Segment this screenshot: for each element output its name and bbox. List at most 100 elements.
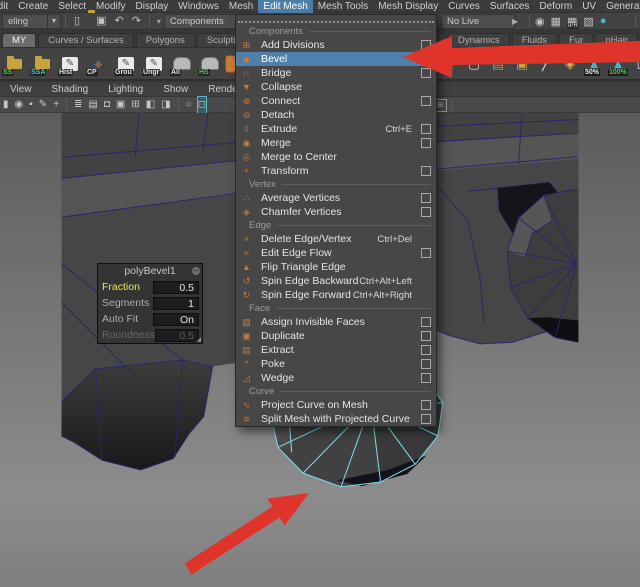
menubar-item-mesh-tools[interactable]: Mesh Tools: [313, 0, 373, 13]
menu-item-project-curve-on-mesh[interactable]: ∿ Project Curve on Mesh: [236, 398, 436, 412]
menu-item-spin-edge-forward[interactable]: ↻ Spin Edge Forward Ctrl+Alt+Right: [236, 288, 436, 302]
safe-title-icon[interactable]: ◨: [161, 97, 170, 113]
option-box-icon[interactable]: [421, 68, 431, 78]
menu-item-chamfer-vertices[interactable]: ◈ Chamfer Vertices: [236, 205, 436, 219]
option-box-icon[interactable]: [421, 96, 431, 106]
option-box-icon[interactable]: [421, 331, 431, 341]
camera-select-icon[interactable]: ◉: [15, 97, 24, 113]
option-box-icon[interactable]: [421, 193, 431, 203]
shelf-item-diamond[interactable]: ◈: [559, 52, 581, 76]
shelf-item-orange-piece[interactable]: ▮: [439, 52, 461, 76]
shelf-tab-polygons[interactable]: Polygons: [135, 33, 195, 47]
shelf-item-ss[interactable]: SS: [2, 52, 26, 76]
safe-action-icon[interactable]: ◧: [146, 97, 155, 113]
option-box-icon[interactable]: [421, 400, 431, 410]
shelf-item-marquee[interactable]: ▢: [463, 52, 485, 76]
menu-item-collapse[interactable]: ▼ Collapse: [236, 80, 436, 94]
option-box-icon[interactable]: [421, 54, 431, 64]
render-settings-icon[interactable]: ▧: [583, 15, 593, 28]
menu-item-transform[interactable]: + Transform: [236, 164, 436, 178]
render-frame-icon[interactable]: ▦: [551, 15, 561, 28]
shelf-tab-nhair[interactable]: nHair: [595, 33, 638, 47]
menubar-item-modify[interactable]: Modify: [91, 0, 130, 13]
menu-item-average-vertices[interactable]: ∴ Average Vertices: [236, 191, 436, 205]
menu-item-bevel[interactable]: ◆ Bevel: [236, 52, 436, 66]
menu-item-duplicate[interactable]: ▣ Duplicate: [236, 329, 436, 343]
live-surface-field[interactable]: No Live Surface: [441, 13, 515, 40]
option-box-icon[interactable]: [421, 345, 431, 355]
option-box-icon[interactable]: [421, 248, 431, 258]
shelf-item-smooth-100[interactable]: ▲ 100%: [607, 52, 629, 76]
shelf-tab-my[interactable]: MY: [2, 33, 37, 47]
menu-item-poke[interactable]: * Poke: [236, 357, 436, 371]
menu-tearoff-handle[interactable]: [238, 16, 434, 23]
shelf-item-cp[interactable]: + CP: [86, 52, 110, 76]
menubar-item-curves[interactable]: Curves: [443, 0, 485, 13]
undo-icon[interactable]: ↶: [114, 13, 123, 30]
option-box-icon[interactable]: [421, 207, 431, 217]
menu-item-flip-triangle-edge[interactable]: ▲ Flip Triangle Edge: [236, 260, 436, 274]
option-box-icon[interactable]: [421, 124, 431, 134]
shelf-item-hs[interactable]: HS: [198, 52, 222, 76]
menu-item-delete-edge-vertex[interactable]: × Delete Edge/Vertex Ctrl+Del: [236, 232, 436, 246]
menu-item-assign-invisible-faces[interactable]: ▨ Assign Invisible Faces: [236, 315, 436, 329]
hypershade-sphere-icon[interactable]: ●: [600, 15, 607, 28]
menubar-item-mesh-display[interactable]: Mesh Display: [373, 0, 443, 13]
menu-item-detach[interactable]: ⊖ Detach: [236, 108, 436, 122]
option-box-icon[interactable]: [421, 317, 431, 327]
two-d-pan-icon[interactable]: +: [53, 97, 59, 113]
panel-menu-shading[interactable]: Shading: [42, 83, 99, 97]
selection-mask-caret-icon[interactable]: ▾: [157, 17, 161, 26]
shelf-item-grou[interactable]: ✎ Grou: [114, 52, 138, 76]
panel-menu-lighting[interactable]: Lighting: [98, 83, 153, 97]
resolution-gate-icon[interactable]: ◘: [104, 97, 110, 113]
bookmark-icon[interactable]: ▪: [29, 97, 33, 113]
option-box-icon[interactable]: [421, 359, 431, 369]
shaded-cube-icon[interactable]: ◻: [196, 95, 208, 114]
option-box-icon[interactable]: [421, 373, 431, 383]
wireframe-sphere-icon[interactable]: ○: [186, 97, 192, 113]
menubar-item-select[interactable]: Select: [53, 0, 91, 13]
menubar-item-edit[interactable]: Edit: [0, 0, 13, 13]
shelf-item-texture-stack[interactable]: ▤: [487, 52, 509, 76]
shelf-item-layers-add[interactable]: ▣: [511, 52, 533, 76]
gate-mask-icon[interactable]: ▣: [116, 97, 125, 113]
shelf-item-all[interactable]: All: [170, 52, 194, 76]
shelf-item-knife[interactable]: ╱: [535, 52, 557, 76]
save-scene-icon[interactable]: ▣: [96, 13, 106, 30]
menu-item-merge-to-center[interactable]: ◎ Merge to Center: [236, 150, 436, 164]
menubar-item-edit-mesh[interactable]: Edit Mesh: [258, 0, 313, 13]
menu-item-connect[interactable]: ⊕ Connect: [236, 94, 436, 108]
menubar-item-surfaces[interactable]: Surfaces: [485, 0, 534, 13]
menu-item-add-divisions[interactable]: ⊞ Add Divisions: [236, 38, 436, 52]
hud-value-field[interactable]: 1: [153, 296, 199, 310]
resize-grip-icon[interactable]: ◢: [196, 337, 201, 343]
menu-item-spin-edge-backward[interactable]: ↺ Spin Edge Backward Ctrl+Alt+Left: [236, 274, 436, 288]
new-scene-icon[interactable]: ▯: [74, 13, 80, 30]
menu-item-merge[interactable]: ◉ Merge: [236, 136, 436, 150]
ipr-render-icon[interactable]: ▦ IPR: [567, 15, 580, 29]
shelf-item-cube[interactable]: ◻: [631, 52, 640, 76]
shelf-tab-curves-surfaces[interactable]: Curves / Surfaces: [38, 33, 134, 47]
film-gate-icon[interactable]: ▤: [88, 97, 97, 113]
shelf-item-smooth-50[interactable]: ▲ 50%: [583, 52, 605, 76]
menubar-item-create[interactable]: Create: [13, 0, 53, 13]
redo-icon[interactable]: ↷: [132, 13, 141, 30]
shelf-tab-fur[interactable]: Fur: [559, 33, 594, 47]
hud-value-field[interactable]: 0.5: [153, 280, 199, 294]
menubar-item-uv[interactable]: UV: [577, 0, 601, 13]
menu-item-edit-edge-flow[interactable]: ≈ Edit Edge Flow: [236, 246, 436, 260]
hud-value-field[interactable]: On: [153, 312, 199, 326]
shelf-item-ungr[interactable]: ✎ Ungr: [142, 52, 166, 76]
shelf-item-ssa[interactable]: SSA: [30, 52, 54, 76]
menubar-item-display[interactable]: Display: [131, 0, 174, 13]
polybevel-in-view-editor[interactable]: polyBevel1 − Fraction 0.5 Segments 1 Auto Fi…: [97, 263, 203, 344]
expand-chevron-icon[interactable]: ▶: [512, 17, 518, 26]
option-box-icon[interactable]: [421, 166, 431, 176]
menu-item-split-mesh-with-projected-curve[interactable]: ≋ Split Mesh with Projected Curve: [236, 412, 436, 426]
menubar-item-deform[interactable]: Deform: [534, 0, 577, 13]
menu-item-wedge[interactable]: ◿ Wedge: [236, 371, 436, 385]
menubar-item-windows[interactable]: Windows: [173, 0, 224, 13]
image-plane-icon[interactable]: ✎: [39, 97, 47, 113]
menu-set-caret-icon[interactable]: ▼: [48, 13, 61, 29]
